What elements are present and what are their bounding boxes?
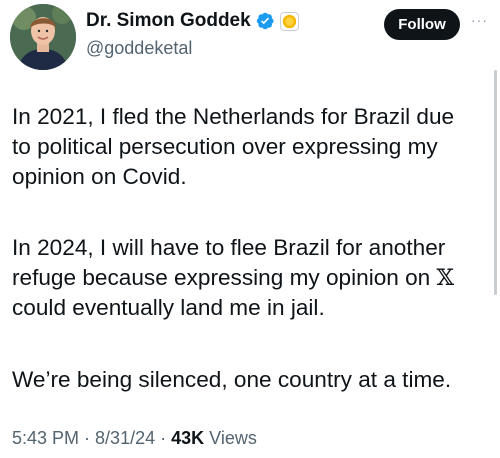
tweet-time[interactable]: 5:43 PM xyxy=(12,428,79,449)
tweet-paragraph-2: In 2024, I will have to flee Brazil for … xyxy=(12,233,454,323)
author-name-row: Dr. Simon Goddek xyxy=(86,10,299,32)
meta-separator: · xyxy=(84,428,91,448)
author-display-name[interactable]: Dr. Simon Goddek xyxy=(86,10,251,32)
views-count: 43K xyxy=(171,428,205,448)
tweet-card: Dr. Simon Goddek @goddeketal Follow ··· … xyxy=(0,0,500,458)
tweet-date[interactable]: 8/31/24 xyxy=(95,428,155,449)
more-options-icon[interactable]: ··· xyxy=(471,12,497,32)
tweet-paragraph-2-text-a: In 2024, I will have to flee Brazil for … xyxy=(12,235,446,290)
author-handle[interactable]: @goddeketal xyxy=(86,38,192,59)
views-label: Views xyxy=(209,428,257,448)
gold-affiliate-badge-icon[interactable] xyxy=(279,11,299,31)
verified-badge-icon[interactable] xyxy=(255,11,275,31)
avatar[interactable] xyxy=(10,4,76,70)
follow-button[interactable]: Follow xyxy=(384,9,460,40)
tweet-paragraph-2-text-b: could eventually land me in jail. xyxy=(12,295,325,320)
scrollbar[interactable] xyxy=(494,70,497,295)
meta-separator: · xyxy=(160,428,167,448)
x-logo-icon: 𝕏 xyxy=(436,265,455,291)
tweet-meta: 5:43 PM · 8/31/24 · 43K Views xyxy=(12,428,257,449)
tweet-paragraph-3: We’re being silenced, one country at a t… xyxy=(12,367,452,392)
tweet-paragraph-1: In 2021, I fled the Netherlands for Braz… xyxy=(12,104,455,189)
avatar-photo-icon xyxy=(10,4,76,70)
